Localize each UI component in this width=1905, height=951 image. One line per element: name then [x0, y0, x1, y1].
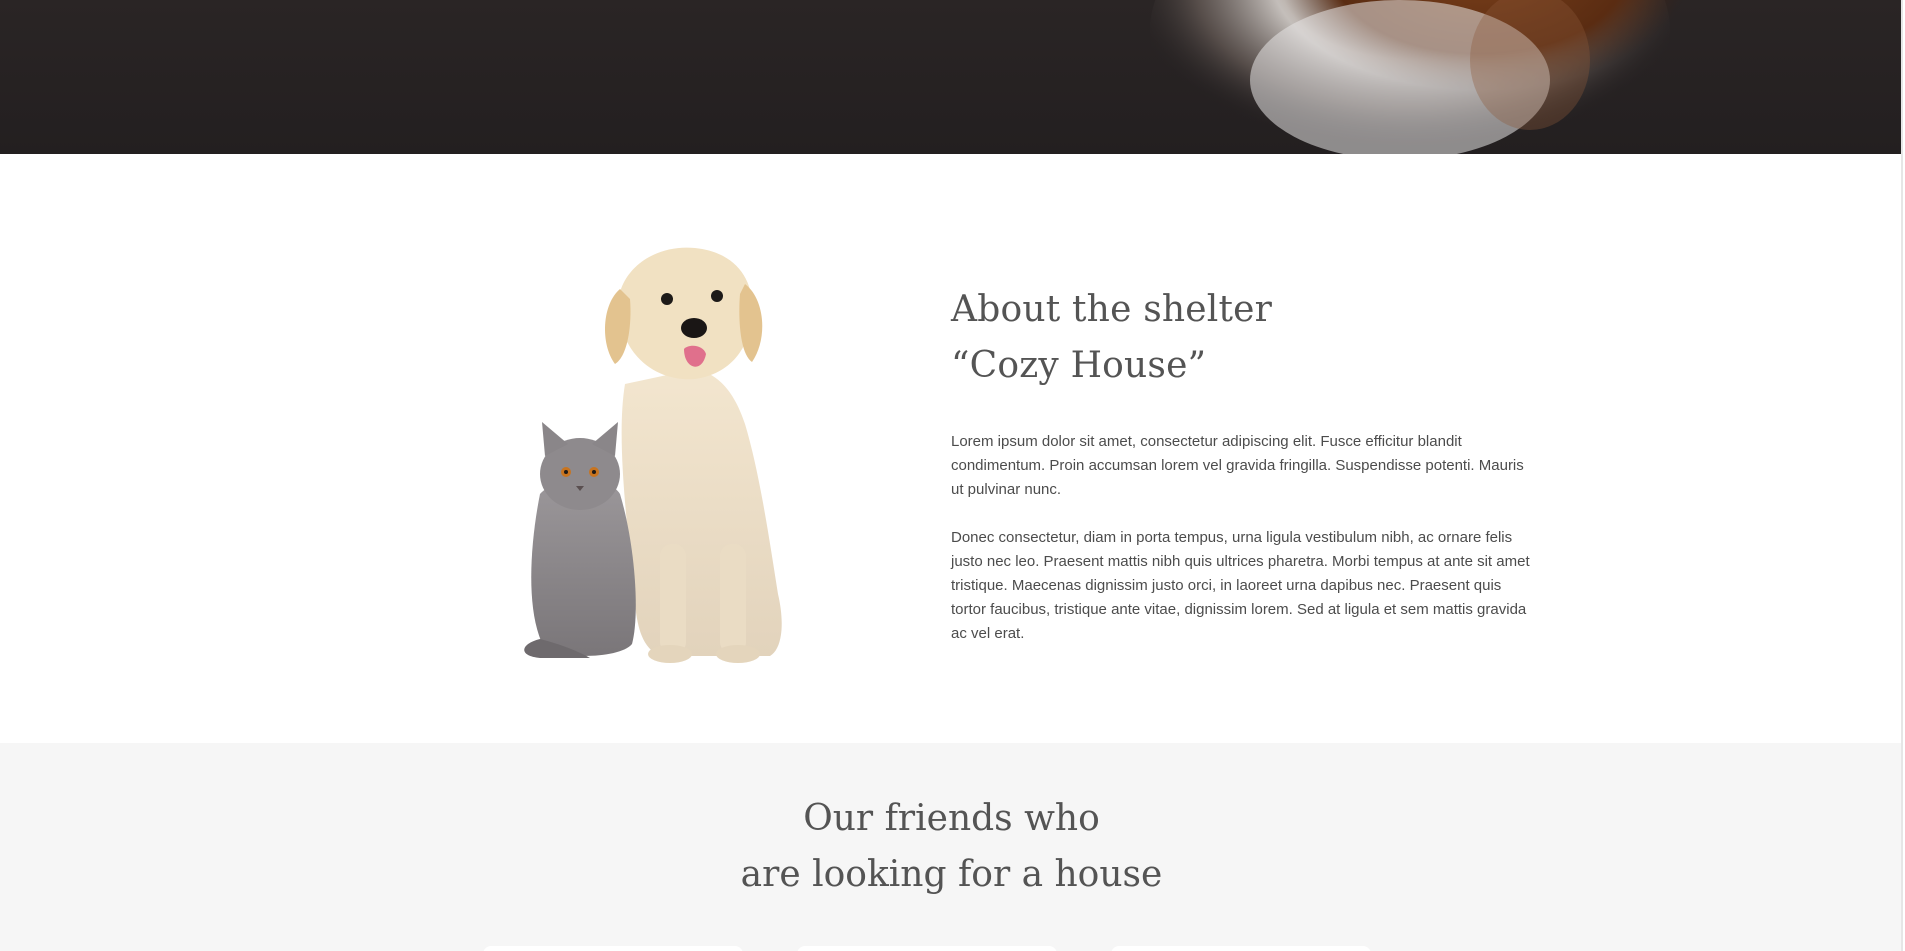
dog-and-cat-illustration-icon: [524, 247, 782, 663]
about-title-line-1: About the shelter: [951, 289, 1273, 330]
friends-title-line-2: are looking for a house: [740, 854, 1163, 895]
page: About the shelter “Cozy House” Lorem ips…: [0, 0, 1903, 951]
pet-card-1[interactable]: [483, 946, 743, 951]
pet-card-2[interactable]: [797, 946, 1057, 951]
about-paragraph-2: Donec consectetur, diam in porta tempus,…: [951, 529, 1530, 642]
about-title: About the shelter “Cozy House”: [951, 282, 1536, 394]
about-content: About the shelter “Cozy House” Lorem ips…: [951, 282, 1536, 670]
friends-title: Our friends who are looking for a house: [0, 791, 1903, 903]
about-text: Lorem ipsum dolor sit amet, consectetur …: [951, 430, 1536, 646]
friends-title-line-1: Our friends who: [803, 798, 1100, 839]
hero-banner: [0, 0, 1903, 154]
pet-card-3[interactable]: [1111, 946, 1371, 951]
about-title-line-2: “Cozy House”: [951, 345, 1207, 386]
friends-section: Our friends who are looking for a house: [0, 743, 1903, 951]
about-section: About the shelter “Cozy House” Lorem ips…: [0, 154, 1903, 743]
about-paragraph-1: Lorem ipsum dolor sit amet, consectetur …: [951, 433, 1524, 498]
scrollbar[interactable]: [1901, 0, 1903, 951]
pet-photo-icon: [1150, 0, 1684, 154]
